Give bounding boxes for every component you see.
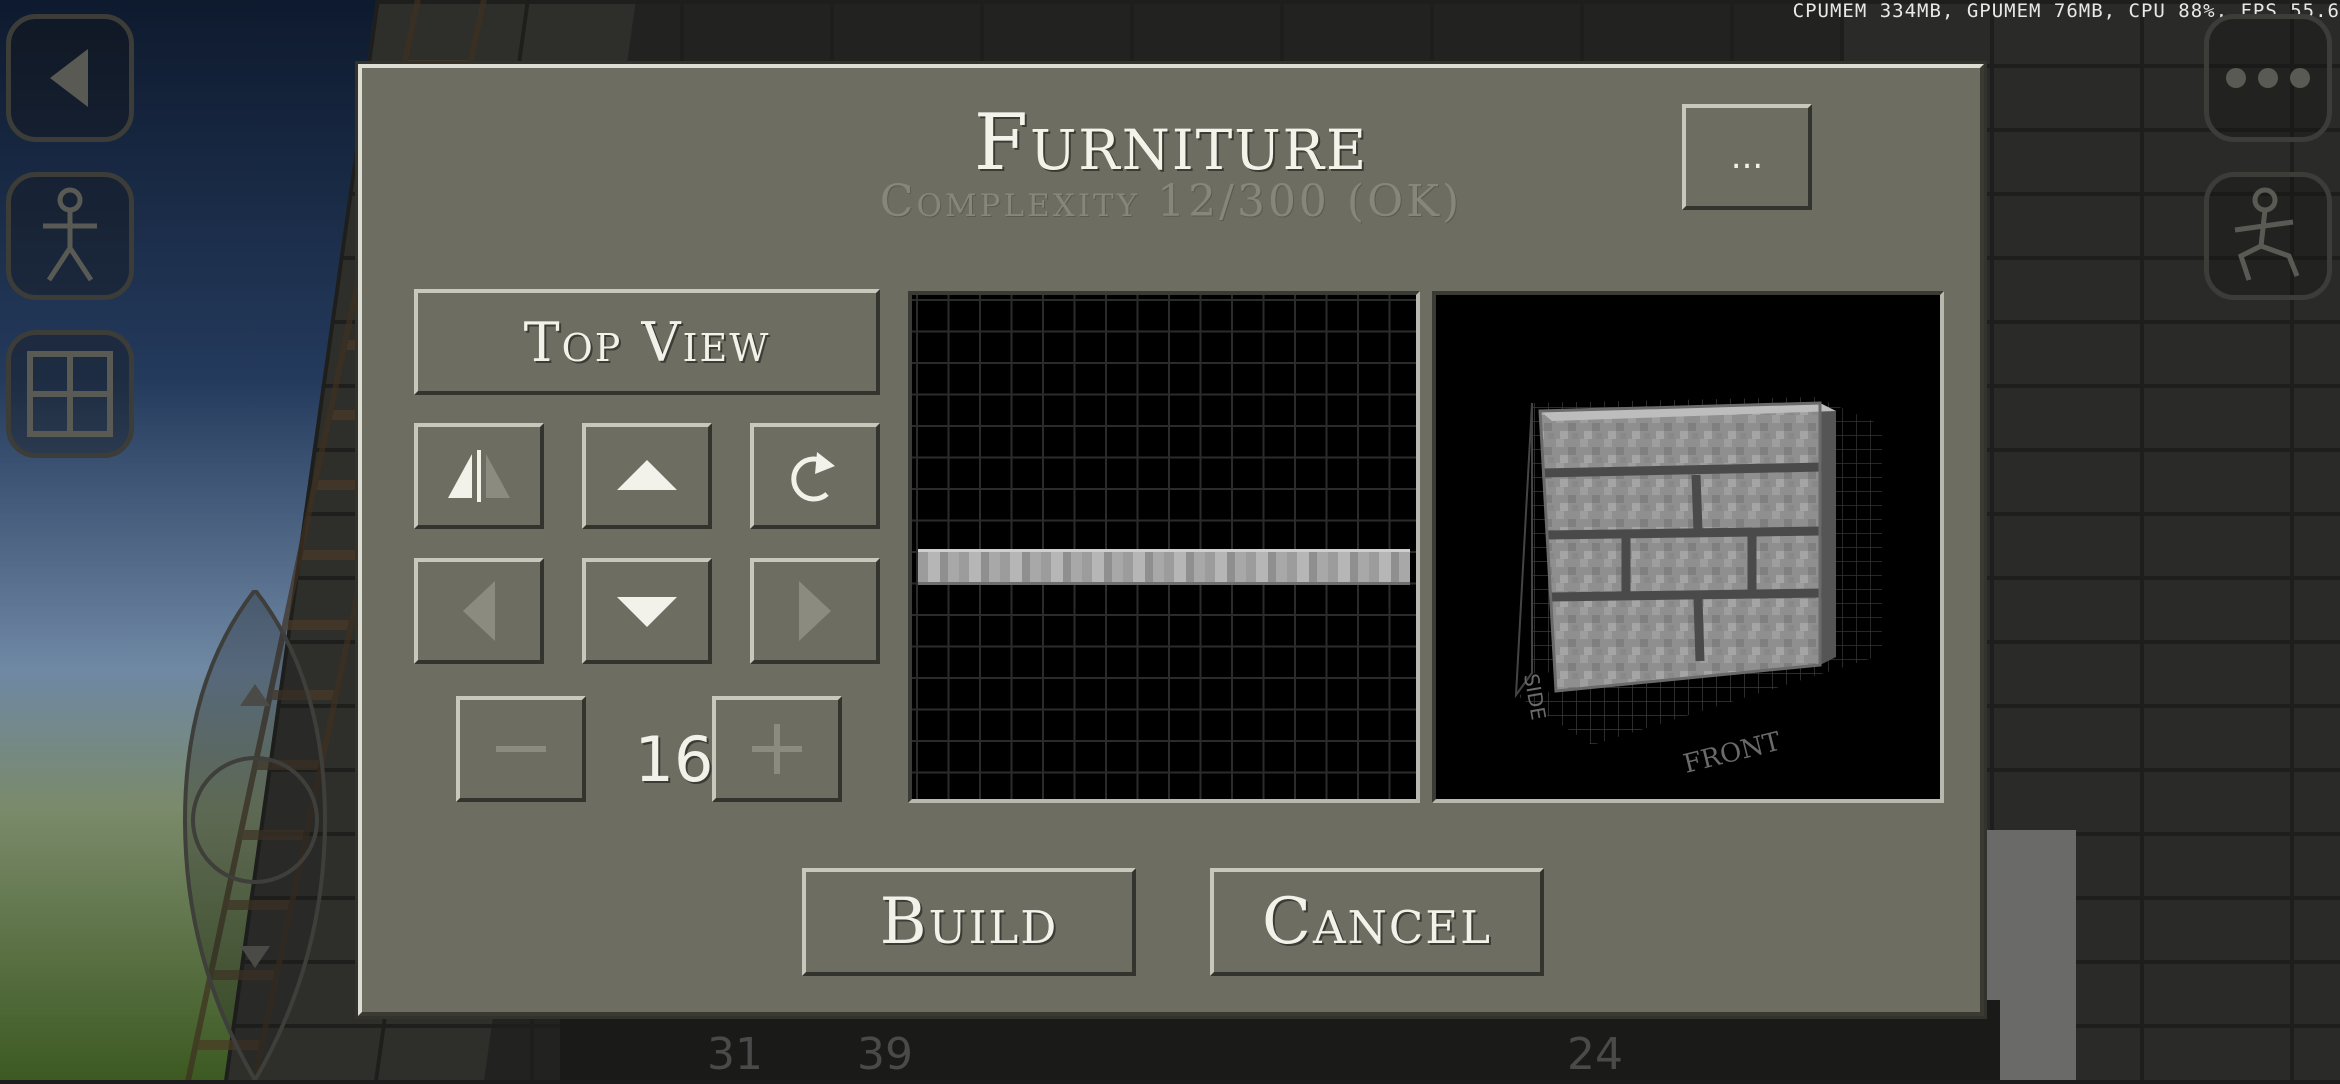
move-down-button[interactable] [582,558,712,664]
mirror-button[interactable] [414,423,544,529]
mirror-icon [448,450,510,502]
crouch-mode-button[interactable] [2204,172,2332,300]
furniture-preview-render: SIDE FRONT [1514,397,1882,780]
hotbar: 31 39 24 [620,1010,1700,1080]
grid-lines [912,295,1416,799]
arrow-down-icon [617,597,677,627]
inventory-button[interactable] [6,330,134,458]
minus-icon [496,746,546,752]
cancel-label: Cancel [1261,885,1492,959]
cancel-button[interactable]: Cancel [1210,868,1544,976]
arrow-right-icon [799,581,831,641]
move-right-button[interactable] [750,558,880,664]
more-options-button[interactable]: ... [1682,104,1812,210]
build-button[interactable]: Build [802,868,1136,976]
front-axis-label: FRONT [1680,727,1784,780]
rotate-icon [791,452,835,502]
dpad-icon [120,586,328,1084]
movement-dpad[interactable] [120,586,360,1084]
decrease-resolution-button[interactable] [456,696,586,802]
view-mode-label: Top View [523,310,771,374]
ellipsis-icon [2226,68,2310,88]
move-up-button[interactable] [582,423,712,529]
furniture-slab-slice [918,549,1410,585]
back-button[interactable] [6,14,134,142]
plus-icon [752,724,802,774]
grid-icon [27,351,113,437]
hotbar-slot[interactable]: 39 [810,1010,960,1080]
hotbar-slot[interactable]: 24 [1520,1010,1670,1080]
arrow-left-icon [463,581,495,641]
standing-person-icon [43,187,97,282]
build-label: Build [879,885,1059,959]
furniture-dialog: Furniture Complexity 12/300 (OK) ... Top… [358,64,1984,1016]
rotate-button[interactable] [750,423,880,529]
3d-preview-view[interactable]: SIDE FRONT [1432,291,1944,803]
running-person-icon [2234,187,2300,281]
arrow-up-icon [617,460,677,490]
side-axis-label: SIDE [1519,672,1551,722]
back-arrow-icon [50,49,88,107]
move-left-button[interactable] [414,558,544,664]
increase-resolution-button[interactable] [712,696,842,802]
view-mode-button[interactable]: Top View [414,289,880,395]
menu-button[interactable] [2204,14,2332,142]
hotbar-slot[interactable]: 31 [660,1010,810,1080]
edit-grid-view[interactable] [908,291,1420,803]
stand-mode-button[interactable] [6,172,134,300]
